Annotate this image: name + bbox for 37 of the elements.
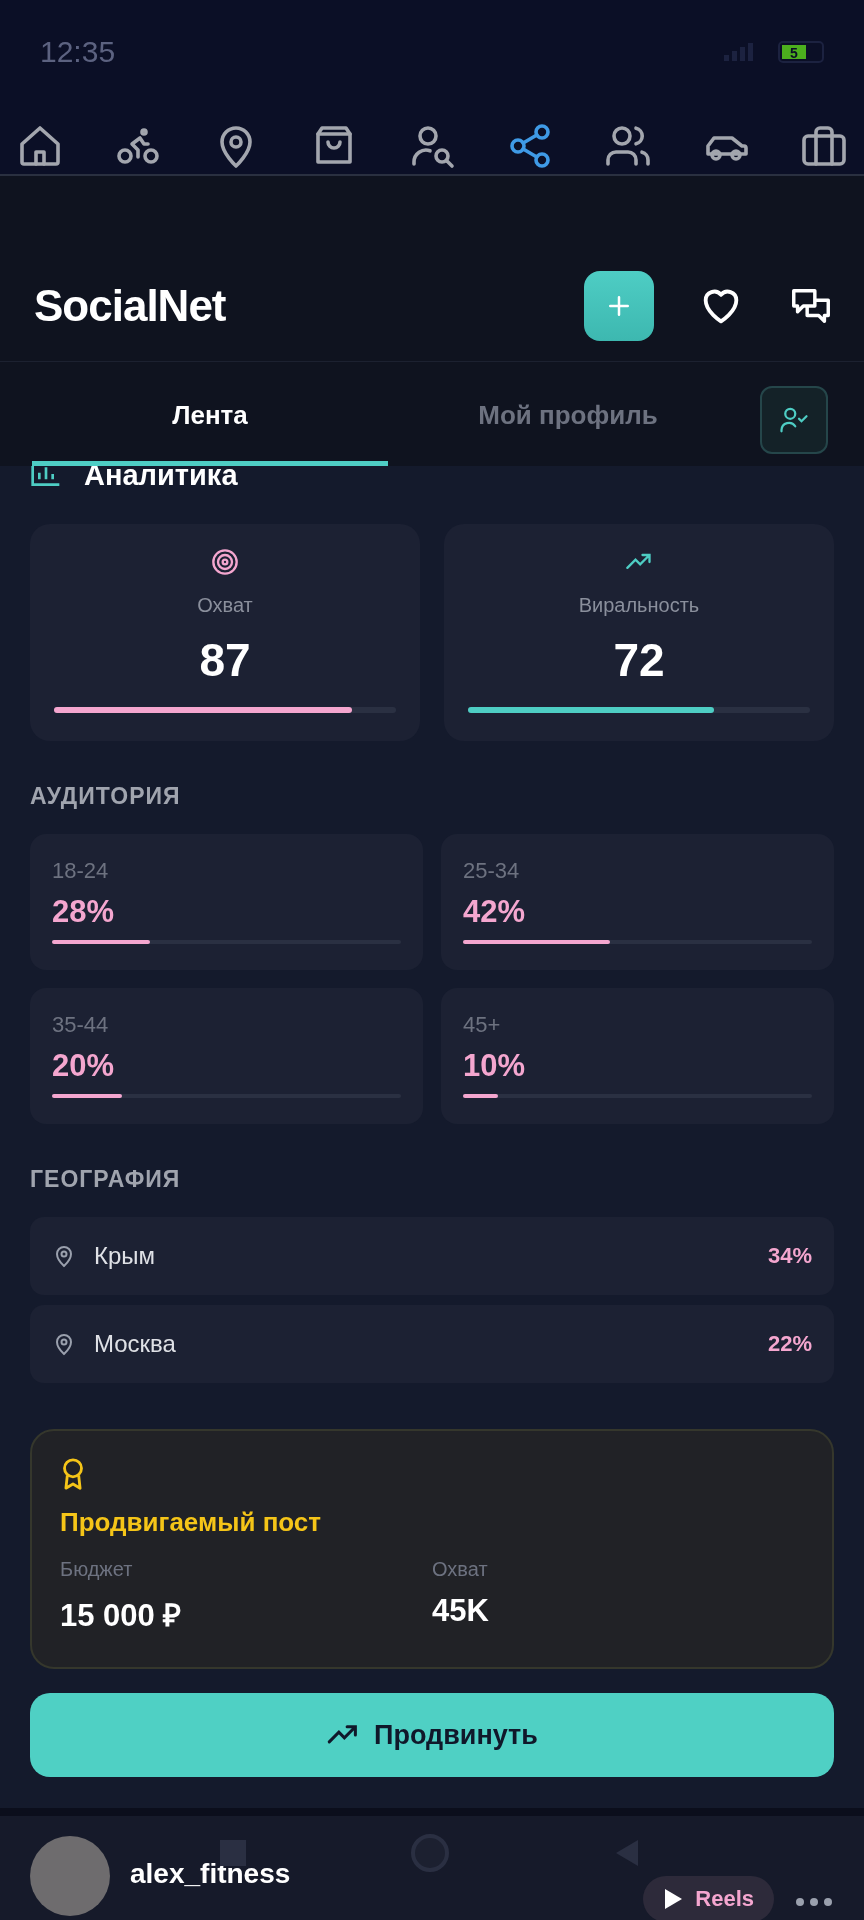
promote-button[interactable]: Продвинуть (30, 1693, 834, 1777)
stat-label: Охват (432, 1558, 489, 1581)
region-percent: 34% (767, 1243, 812, 1269)
app-title: SocialNet (34, 280, 226, 331)
stat-value: 15 000 ₽ (60, 1597, 183, 1635)
metric-label: Охват (197, 594, 253, 617)
stat-value: 45K (432, 1593, 490, 1629)
age-range: 35-44 (52, 1012, 110, 1038)
metric-label: Виральность (578, 594, 700, 617)
add-button[interactable] (584, 270, 654, 341)
age-percent: 10% (463, 1048, 527, 1084)
region-percent: 22% (767, 1331, 812, 1357)
more-icon[interactable] (794, 1896, 834, 1908)
age-percent: 28% (52, 894, 116, 930)
age-range: 18-24 (52, 858, 110, 884)
section-heading: АУДИТОРИЯ (30, 783, 182, 810)
age-range: 45+ (463, 1012, 502, 1038)
tab[interactable]: Лента (32, 362, 388, 466)
award-icon (60, 1457, 86, 1491)
region-name: Крым (94, 1242, 157, 1270)
post-author: alex_fitness (130, 1858, 291, 1890)
region-name: Москва (94, 1330, 177, 1358)
stat-label: Бюджет (60, 1558, 134, 1581)
status-time: 12:35 (40, 35, 116, 69)
metric-value: 87 (199, 633, 251, 687)
age-percent: 20% (52, 1048, 116, 1084)
section-heading: ГЕОГРАФИЯ (30, 1166, 182, 1193)
tab[interactable]: Мой профиль (388, 362, 748, 466)
target-icon (211, 548, 239, 576)
age-percent: 42% (463, 894, 527, 930)
metric-value: 72 (613, 633, 665, 687)
promo-title: Продвигаемый пост (60, 1507, 323, 1538)
age-range: 25-34 (463, 858, 521, 884)
reels-badge[interactable]: Reels (643, 1876, 774, 1920)
user-check-icon (779, 405, 809, 435)
battery-icon: 5 (778, 41, 824, 63)
user-check-button[interactable] (760, 386, 828, 454)
